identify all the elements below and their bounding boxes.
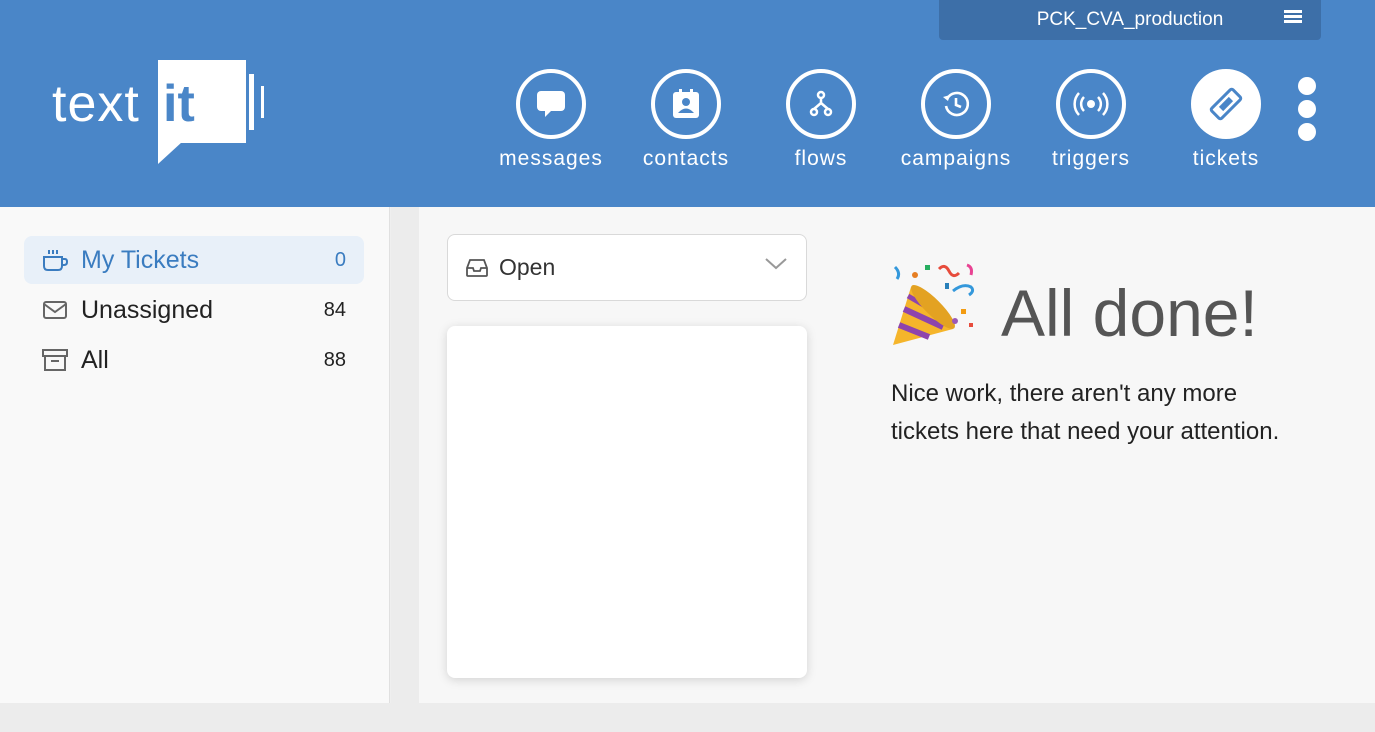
broadcast-icon: [1056, 69, 1126, 139]
flow-branch-icon: [786, 69, 856, 139]
logo-bubble-tail: [158, 142, 182, 164]
nav-label: tickets: [1192, 147, 1260, 170]
sidebar-item-label: All: [81, 345, 109, 374]
ticket-list: [447, 326, 807, 678]
nav-triggers[interactable]: triggers: [1031, 69, 1151, 171]
sidebar-item-label: Unassigned: [81, 295, 214, 324]
sidebar-item-count: 0: [334, 248, 346, 271]
nav-campaigns[interactable]: campaigns: [896, 69, 1016, 171]
nav-flows[interactable]: flows: [761, 69, 881, 171]
textit-logo[interactable]: text it: [52, 60, 272, 166]
nav-label: triggers: [1051, 147, 1131, 170]
nav-label: contacts: [642, 147, 730, 170]
sidebar-item-label: My Tickets: [81, 245, 200, 274]
chevron-down-icon: [764, 257, 788, 276]
inbox-icon: [466, 257, 488, 279]
org-name: PCK_CVA_production: [1036, 9, 1224, 30]
nav-contacts[interactable]: contacts: [626, 69, 746, 171]
nav-label: campaigns: [900, 147, 1012, 170]
ticket-icon: [1191, 69, 1261, 139]
sidebar-item-unassigned[interactable]: Unassigned 84: [24, 286, 364, 334]
page-footer: [0, 703, 1375, 732]
chat-bubble-icon: [516, 69, 586, 139]
org-selector[interactable]: PCK_CVA_production: [939, 0, 1321, 40]
mug-icon: [42, 247, 68, 273]
sidebar-item-count: 84: [323, 298, 346, 321]
nav-label: messages: [499, 147, 603, 170]
envelope-icon: [42, 297, 68, 323]
status-filter-value: Open: [499, 254, 556, 280]
sidebar-item-all[interactable]: All 88: [24, 336, 364, 384]
more-menu-icon[interactable]: [1298, 77, 1316, 146]
logo-accent: it: [163, 75, 195, 133]
logo-text: text: [52, 75, 140, 133]
empty-state-title: All done!: [1001, 276, 1258, 350]
hamburger-icon[interactable]: [1284, 10, 1302, 24]
tickets-main: Open All done! Nice work, there aren't a…: [419, 207, 1375, 703]
empty-state-message: Nice work, there aren't any more tickets…: [891, 380, 1280, 445]
sidebar-item-count: 88: [323, 348, 346, 371]
logo-bar: [261, 86, 264, 118]
nav-label: flows: [794, 147, 848, 170]
top-header: PCK_CVA_production text it messages cont…: [0, 0, 1375, 207]
party-popper-icon: [889, 261, 979, 349]
tickets-sidebar: My Tickets 0 Unassigned 84 All 88: [0, 207, 390, 703]
nav-tickets[interactable]: tickets: [1166, 69, 1286, 171]
archive-box-icon: [42, 347, 68, 373]
panel-divider[interactable]: [391, 207, 419, 703]
nav-messages[interactable]: messages: [491, 69, 611, 171]
sidebar-item-my-tickets[interactable]: My Tickets 0: [24, 236, 364, 284]
status-filter-select[interactable]: Open: [447, 234, 807, 301]
contact-card-icon: [651, 69, 721, 139]
clock-refresh-icon: [921, 69, 991, 139]
logo-bar: [249, 74, 254, 130]
